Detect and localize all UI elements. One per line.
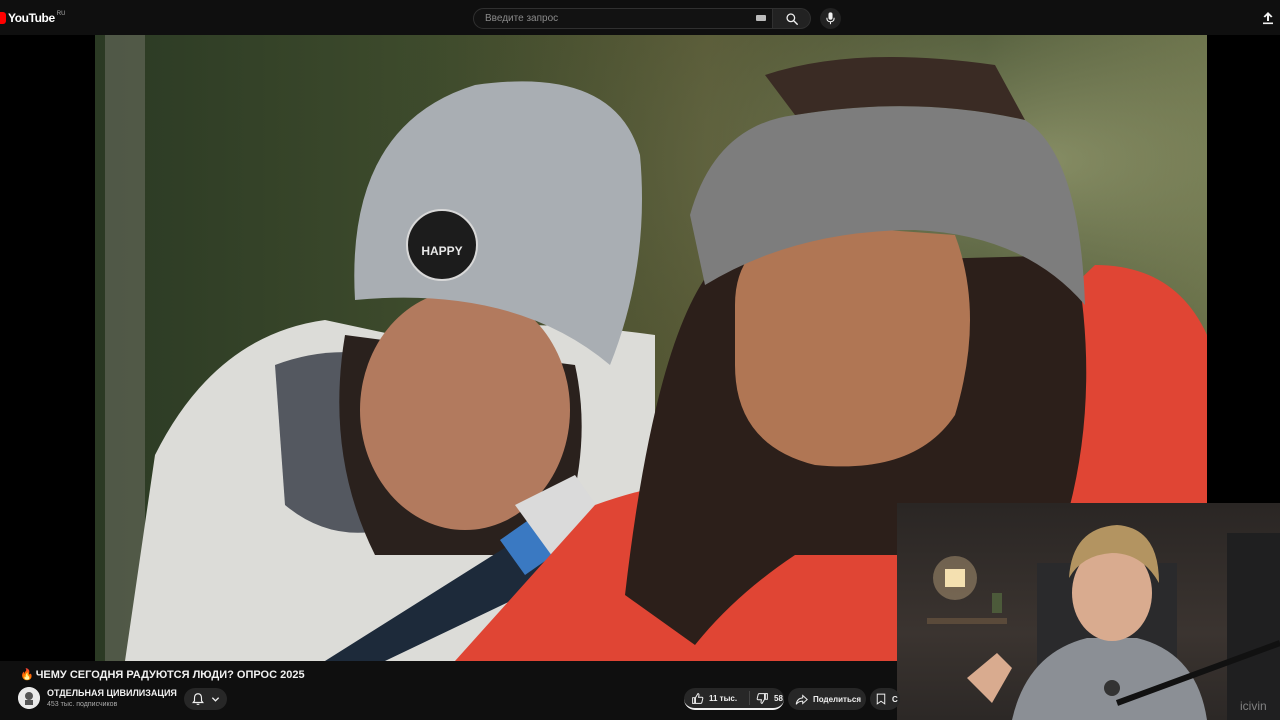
notifications-button[interactable] bbox=[184, 688, 227, 710]
logo-region: RU bbox=[56, 11, 66, 17]
thumbs-up-icon bbox=[692, 692, 704, 704]
like-dislike-group: 11 тыс. 58 bbox=[684, 688, 784, 710]
logo-text: YouTube bbox=[8, 11, 55, 25]
masthead: YouTube RU bbox=[0, 0, 1280, 36]
subscriber-count: 453 тыс. подписчиков bbox=[47, 701, 118, 708]
stream-watermark: icivin bbox=[1240, 699, 1267, 713]
video-title: 🔥 ЧЕМУ СЕГОДНЯ РАДУЮТСЯ ЛЮДИ? ОПРОС 2025 bbox=[20, 668, 305, 681]
channel-name[interactable]: ОТДЕЛЬНАЯ ЦИВИЛИЗАЦИЯ bbox=[47, 688, 177, 698]
dislike-button[interactable]: 58 bbox=[750, 692, 783, 705]
youtube-logo[interactable]: YouTube RU bbox=[0, 9, 65, 27]
like-count: 11 тыс. bbox=[709, 693, 738, 703]
share-label: Поделиться bbox=[813, 694, 862, 704]
keyboard-icon[interactable] bbox=[756, 15, 766, 21]
share-button[interactable]: Поделиться bbox=[788, 688, 866, 710]
save-label: С bbox=[892, 694, 898, 704]
channel-avatar[interactable] bbox=[18, 687, 40, 709]
streamer-webcam bbox=[897, 503, 1280, 720]
search-input[interactable] bbox=[483, 12, 747, 25]
search-icon bbox=[786, 13, 798, 25]
dislike-count: 58 bbox=[774, 693, 783, 703]
chevron-down-icon bbox=[211, 697, 220, 702]
bookmark-icon bbox=[876, 693, 886, 705]
thumbs-down-icon bbox=[756, 692, 768, 704]
save-button[interactable]: С bbox=[870, 688, 900, 710]
search-box[interactable] bbox=[473, 8, 773, 29]
youtube-logo-icon bbox=[0, 12, 6, 24]
bell-icon bbox=[192, 693, 204, 705]
share-icon bbox=[795, 693, 808, 705]
fire-icon: 🔥 bbox=[20, 669, 34, 681]
mic-icon bbox=[826, 12, 835, 25]
voice-search-button[interactable] bbox=[820, 8, 841, 29]
upload-icon[interactable] bbox=[1260, 10, 1276, 26]
hat-patch-text: HAPPY bbox=[421, 244, 462, 258]
webcam-scene bbox=[927, 525, 1280, 720]
video-title-text: ЧЕМУ СЕГОДНЯ РАДУЮТСЯ ЛЮДИ? ОПРОС 2025 bbox=[35, 669, 305, 681]
channel-avatar-icon bbox=[18, 687, 40, 709]
like-button[interactable]: 11 тыс. bbox=[684, 691, 750, 705]
search-button[interactable] bbox=[773, 8, 811, 29]
